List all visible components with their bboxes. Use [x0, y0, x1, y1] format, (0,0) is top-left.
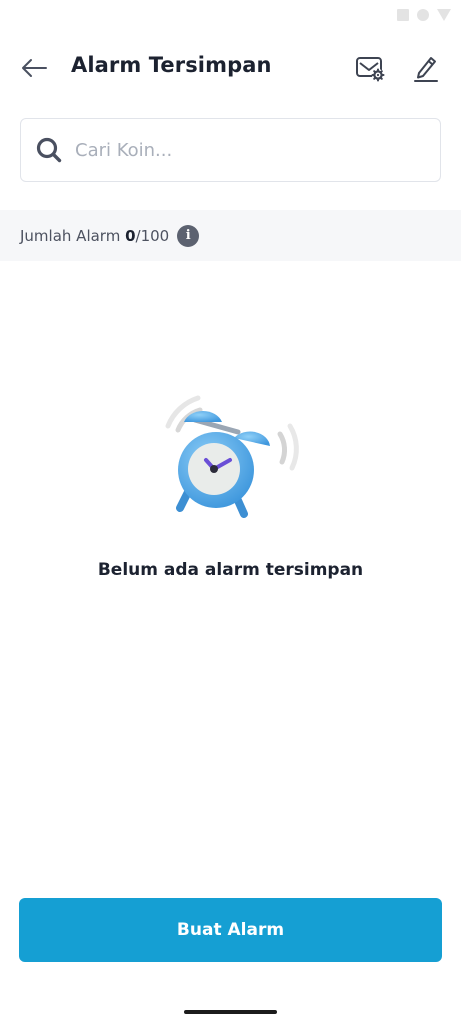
back-arrow-icon: [22, 59, 47, 77]
alarm-settings-icon: [356, 57, 385, 82]
triangle-icon: [437, 9, 451, 21]
header: Alarm Tersimpan: [0, 40, 461, 96]
circle-icon: [417, 9, 429, 21]
empty-state-message: Belum ada alarm tersimpan: [97, 560, 364, 580]
search-icon: [35, 136, 63, 164]
back-button[interactable]: [14, 50, 54, 86]
info-icon[interactable]: i: [177, 224, 200, 247]
alarm-settings-button[interactable]: [352, 50, 388, 86]
edit-pencil-icon: [414, 57, 438, 82]
search-box: [20, 118, 441, 182]
alarm-count-text: Jumlah Alarm 0/100: [20, 227, 169, 245]
home-indicator: [184, 1010, 277, 1014]
square-icon: [397, 9, 409, 21]
alarm-count-max: /100: [135, 226, 170, 245]
search-input[interactable]: [75, 139, 405, 161]
alarm-count-current: 0: [125, 226, 136, 245]
edit-button[interactable]: [408, 50, 444, 86]
status-bar: [0, 0, 461, 32]
alarm-count-label: Jumlah Alarm: [20, 226, 126, 245]
page-title: Alarm Tersimpan: [71, 53, 272, 77]
system-nav-icons: [397, 9, 451, 21]
alarm-count-bar: Jumlah Alarm 0/100 i: [0, 210, 461, 261]
create-alarm-button[interactable]: Buat Alarm: [19, 898, 442, 962]
alarm-clock-illustration: [160, 390, 300, 525]
